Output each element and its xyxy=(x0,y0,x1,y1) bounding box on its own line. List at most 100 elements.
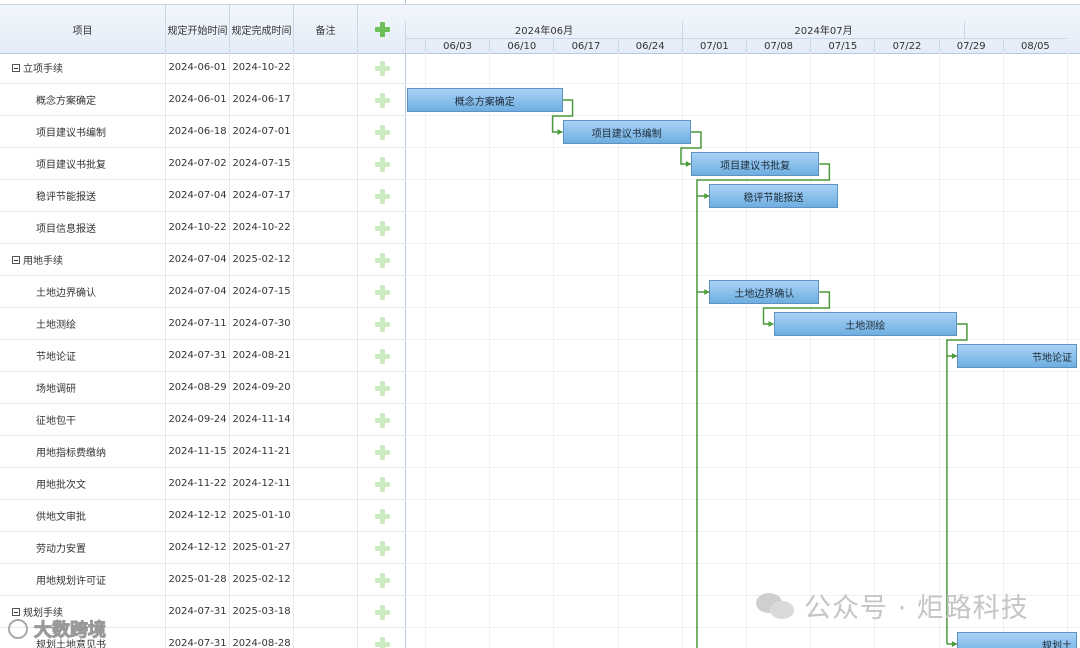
task-row[interactable]: 用地指标费缴纳 2024-11-15 2024-11-21 xyxy=(0,436,405,468)
note-cell[interactable] xyxy=(294,500,358,531)
column-header-note[interactable]: 备注 xyxy=(294,5,358,53)
start-date-cell[interactable]: 2024-11-15 xyxy=(166,436,230,467)
start-date-cell[interactable]: 2024-06-18 xyxy=(166,116,230,147)
task-row[interactable]: 稳评节能报送 2024-07-04 2024-07-17 xyxy=(0,180,405,212)
note-cell[interactable] xyxy=(294,596,358,627)
add-subtask-icon[interactable] xyxy=(374,60,390,76)
start-date-cell[interactable]: 2024-12-12 xyxy=(166,500,230,531)
add-subtask-icon[interactable] xyxy=(374,252,390,268)
end-date-cell[interactable]: 2024-07-01 xyxy=(230,116,294,147)
end-date-cell[interactable]: 2025-01-27 xyxy=(230,532,294,563)
note-cell[interactable] xyxy=(294,628,358,648)
end-date-cell[interactable]: 2024-08-28 xyxy=(230,628,294,648)
start-date-cell[interactable]: 2024-10-22 xyxy=(166,212,230,243)
task-row[interactable]: 土地测绘 2024-07-11 2024-07-30 xyxy=(0,308,405,340)
end-date-cell[interactable]: 2024-12-11 xyxy=(230,468,294,499)
note-cell[interactable] xyxy=(294,468,358,499)
task-row[interactable]: 征地包干 2024-09-24 2024-11-14 xyxy=(0,404,405,436)
note-cell[interactable] xyxy=(294,564,358,595)
end-date-cell[interactable]: 2024-09-20 xyxy=(230,372,294,403)
end-date-cell[interactable]: 2024-08-21 xyxy=(230,340,294,371)
add-subtask-icon[interactable] xyxy=(374,604,390,620)
start-date-cell[interactable]: 2024-09-24 xyxy=(166,404,230,435)
add-subtask-icon[interactable] xyxy=(374,444,390,460)
add-subtask-icon[interactable] xyxy=(374,316,390,332)
note-cell[interactable] xyxy=(294,180,358,211)
end-date-cell[interactable]: 2024-07-17 xyxy=(230,180,294,211)
note-cell[interactable] xyxy=(294,404,358,435)
start-date-cell[interactable]: 2024-07-11 xyxy=(166,308,230,339)
task-row[interactable]: 场地调研 2024-08-29 2024-09-20 xyxy=(0,372,405,404)
end-date-cell[interactable]: 2024-07-15 xyxy=(230,276,294,307)
add-subtask-icon[interactable] xyxy=(374,124,390,140)
end-date-cell[interactable]: 2024-07-15 xyxy=(230,148,294,179)
note-cell[interactable] xyxy=(294,372,358,403)
task-row[interactable]: 供地文审批 2024-12-12 2025-01-10 xyxy=(0,500,405,532)
add-subtask-icon[interactable] xyxy=(374,412,390,428)
add-subtask-icon[interactable] xyxy=(374,508,390,524)
start-date-cell[interactable]: 2024-07-31 xyxy=(166,340,230,371)
task-row[interactable]: 项目信息报送 2024-10-22 2024-10-22 xyxy=(0,212,405,244)
note-cell[interactable] xyxy=(294,84,358,115)
note-cell[interactable] xyxy=(294,212,358,243)
end-date-cell[interactable]: 2024-07-30 xyxy=(230,308,294,339)
add-subtask-icon[interactable] xyxy=(374,476,390,492)
task-row[interactable]: 项目建议书编制 2024-06-18 2024-07-01 xyxy=(0,116,405,148)
collapse-toggle-icon[interactable] xyxy=(12,607,20,616)
end-date-cell[interactable]: 2025-02-12 xyxy=(230,244,294,275)
group-row[interactable]: 立项手续 2024-06-01 2024-10-22 xyxy=(0,52,405,84)
add-subtask-icon[interactable] xyxy=(374,188,390,204)
end-date-cell[interactable]: 2024-11-21 xyxy=(230,436,294,467)
task-row[interactable]: 项目建议书批复 2024-07-02 2024-07-15 xyxy=(0,148,405,180)
add-subtask-icon[interactable] xyxy=(374,156,390,172)
start-date-cell[interactable]: 2024-12-12 xyxy=(166,532,230,563)
note-cell[interactable] xyxy=(294,532,358,563)
group-row[interactable]: 用地手续 2024-07-04 2025-02-12 xyxy=(0,244,405,276)
start-date-cell[interactable]: 2024-07-04 xyxy=(166,276,230,307)
add-subtask-icon[interactable] xyxy=(374,92,390,108)
collapse-toggle-icon[interactable] xyxy=(12,255,20,264)
note-cell[interactable] xyxy=(294,308,358,339)
add-task-icon[interactable] xyxy=(374,21,390,37)
add-subtask-icon[interactable] xyxy=(374,380,390,396)
task-row[interactable]: 概念方案确定 2024-06-01 2024-06-17 xyxy=(0,84,405,116)
add-subtask-icon[interactable] xyxy=(374,220,390,236)
task-row[interactable]: 土地边界确认 2024-07-04 2024-07-15 xyxy=(0,276,405,308)
end-date-cell[interactable]: 2024-10-22 xyxy=(230,52,294,83)
task-row[interactable]: 劳动力安置 2024-12-12 2025-01-27 xyxy=(0,532,405,564)
column-header-end[interactable]: 规定完成时间 xyxy=(230,5,294,53)
end-date-cell[interactable]: 2024-10-22 xyxy=(230,212,294,243)
task-row[interactable]: 用地规划许可证 2025-01-28 2025-02-12 xyxy=(0,564,405,596)
start-date-cell[interactable]: 2024-06-01 xyxy=(166,84,230,115)
start-date-cell[interactable]: 2024-07-31 xyxy=(166,596,230,627)
add-subtask-icon[interactable] xyxy=(374,284,390,300)
column-header-name[interactable]: 项目 xyxy=(0,5,166,53)
start-date-cell[interactable]: 2024-07-04 xyxy=(166,180,230,211)
end-date-cell[interactable]: 2024-11-14 xyxy=(230,404,294,435)
note-cell[interactable] xyxy=(294,52,358,83)
start-date-cell[interactable]: 2024-07-04 xyxy=(166,244,230,275)
add-subtask-icon[interactable] xyxy=(374,540,390,556)
column-header-start[interactable]: 规定开始时间 xyxy=(166,5,230,53)
task-row[interactable]: 用地批次文 2024-11-22 2024-12-11 xyxy=(0,468,405,500)
start-date-cell[interactable]: 2024-08-29 xyxy=(166,372,230,403)
note-cell[interactable] xyxy=(294,276,358,307)
note-cell[interactable] xyxy=(294,244,358,275)
end-date-cell[interactable]: 2025-01-10 xyxy=(230,500,294,531)
note-cell[interactable] xyxy=(294,340,358,371)
note-cell[interactable] xyxy=(294,116,358,147)
start-date-cell[interactable]: 2024-07-31 xyxy=(166,628,230,648)
add-subtask-icon[interactable] xyxy=(374,348,390,364)
task-row[interactable]: 节地论证 2024-07-31 2024-08-21 xyxy=(0,340,405,372)
end-date-cell[interactable]: 2025-03-18 xyxy=(230,596,294,627)
collapse-toggle-icon[interactable] xyxy=(12,63,20,72)
end-date-cell[interactable]: 2024-06-17 xyxy=(230,84,294,115)
end-date-cell[interactable]: 2025-02-12 xyxy=(230,564,294,595)
note-cell[interactable] xyxy=(294,148,358,179)
add-subtask-icon[interactable] xyxy=(374,636,390,648)
note-cell[interactable] xyxy=(294,436,358,467)
start-date-cell[interactable]: 2024-11-22 xyxy=(166,468,230,499)
start-date-cell[interactable]: 2024-07-02 xyxy=(166,148,230,179)
add-subtask-icon[interactable] xyxy=(374,572,390,588)
start-date-cell[interactable]: 2024-06-01 xyxy=(166,52,230,83)
